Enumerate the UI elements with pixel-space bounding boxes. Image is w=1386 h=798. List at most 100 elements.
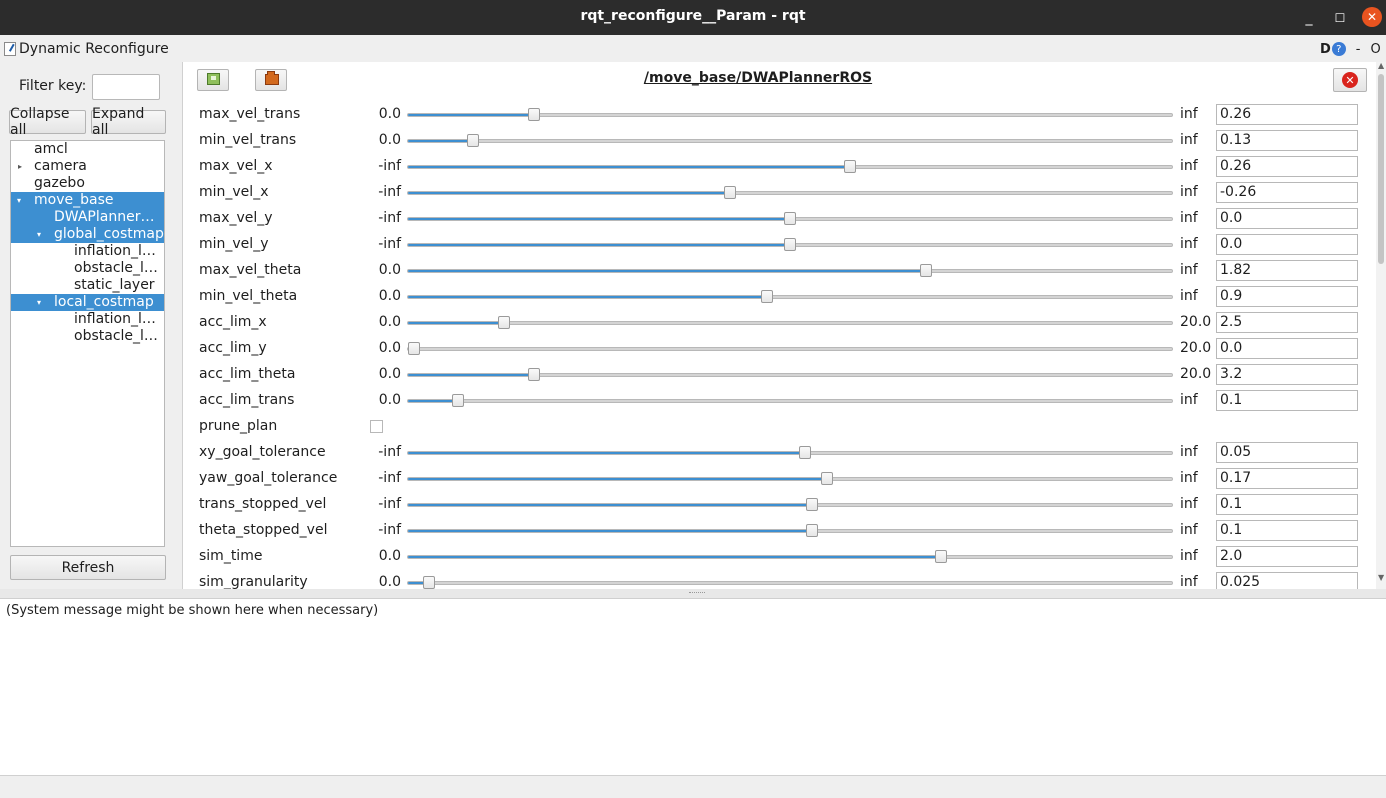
- param-value-input[interactable]: 0.05: [1216, 442, 1358, 463]
- slider-handle[interactable]: [497, 316, 510, 329]
- tree-arrow-icon[interactable]: ▾: [37, 226, 41, 243]
- param-max: inf: [1180, 288, 1198, 304]
- slider-handle[interactable]: [843, 160, 856, 173]
- slider-handle[interactable]: [934, 550, 947, 563]
- slider-handle[interactable]: [806, 498, 819, 511]
- param-slider[interactable]: [407, 342, 1173, 355]
- param-slider[interactable]: [407, 368, 1173, 381]
- param-value-input[interactable]: 0.0: [1216, 208, 1358, 229]
- splitter-handle[interactable]: [0, 589, 1386, 598]
- tree-item-label[interactable]: gazebo: [34, 175, 85, 192]
- minimize-plugin-button[interactable]: -: [1356, 42, 1361, 57]
- scroll-up-icon[interactable]: ▲: [1378, 61, 1384, 70]
- tree-item-label[interactable]: inflation_l…: [74, 243, 156, 260]
- param-value-input[interactable]: 0.1: [1216, 520, 1358, 541]
- maximize-button[interactable]: ☐: [1330, 0, 1350, 35]
- plugin-check-icon: [4, 42, 16, 56]
- param-value-input[interactable]: 0.26: [1216, 156, 1358, 177]
- tree-arrow-icon[interactable]: ▾: [17, 192, 21, 209]
- slider-handle[interactable]: [466, 134, 479, 147]
- param-slider[interactable]: [407, 186, 1173, 199]
- slider-handle[interactable]: [919, 264, 932, 277]
- tree-item-label[interactable]: local_costmap: [54, 294, 154, 311]
- splitter-grip[interactable]: [689, 592, 705, 596]
- slider-handle[interactable]: [723, 186, 736, 199]
- param-slider[interactable]: [407, 498, 1173, 511]
- help-icon[interactable]: ?: [1331, 42, 1346, 56]
- param-slider[interactable]: [407, 316, 1173, 329]
- scroll-down-icon[interactable]: ▼: [1378, 573, 1384, 582]
- param-value-input[interactable]: 0.26: [1216, 104, 1358, 125]
- param-slider[interactable]: [407, 550, 1173, 563]
- param-slider[interactable]: [407, 524, 1173, 537]
- vertical-scrollbar[interactable]: ▲ ▼: [1376, 61, 1386, 589]
- tree-item-label[interactable]: obstacle_l…: [74, 328, 158, 345]
- slider-handle[interactable]: [528, 108, 541, 121]
- param-row: min_vel_trans 0.0 inf 0.13: [183, 128, 1386, 154]
- param-value-input[interactable]: -0.26: [1216, 182, 1358, 203]
- tree-item-label[interactable]: static_layer: [74, 277, 155, 294]
- param-value-input[interactable]: 2.0: [1216, 546, 1358, 567]
- refresh-button[interactable]: Refresh: [10, 555, 166, 580]
- tree-item-label[interactable]: amcl: [34, 141, 68, 158]
- tree-item-label[interactable]: move_base: [34, 192, 113, 209]
- param-value-input[interactable]: 0.13: [1216, 130, 1358, 151]
- param-slider[interactable]: [407, 238, 1173, 251]
- param-name: acc_lim_trans: [199, 392, 295, 408]
- slider-handle[interactable]: [761, 290, 774, 303]
- slider-handle[interactable]: [528, 368, 541, 381]
- tree-item-label[interactable]: DWAPlanner…: [54, 209, 154, 226]
- minimize-button[interactable]: _: [1299, 0, 1319, 35]
- param-row: max_vel_theta 0.0 inf 1.82: [183, 258, 1386, 284]
- param-slider[interactable]: [407, 212, 1173, 225]
- node-tree[interactable]: amcl ▸ camera gazebo ▾ move_base DWAPlanne…: [10, 140, 165, 547]
- param-slider[interactable]: [407, 576, 1173, 589]
- dock-button[interactable]: D: [1320, 42, 1331, 57]
- close-plugin-button[interactable]: O: [1371, 42, 1381, 57]
- slider-handle[interactable]: [821, 472, 834, 485]
- tree-arrow-icon[interactable]: ▾: [37, 294, 41, 311]
- tree-item-label[interactable]: global_costmap: [54, 226, 164, 243]
- tree-item-label[interactable]: camera: [34, 158, 87, 175]
- param-slider[interactable]: [407, 134, 1173, 147]
- param-value-input[interactable]: 1.82: [1216, 260, 1358, 281]
- param-value-input[interactable]: 0.0: [1216, 234, 1358, 255]
- param-value-input[interactable]: 0.025: [1216, 572, 1358, 589]
- param-value-input[interactable]: 0.1: [1216, 494, 1358, 515]
- tree-item-label[interactable]: obstacle_l…: [74, 260, 158, 277]
- slider-handle[interactable]: [408, 342, 420, 355]
- param-value-input[interactable]: 3.2: [1216, 364, 1358, 385]
- slider-handle[interactable]: [798, 446, 811, 459]
- slider-handle[interactable]: [806, 524, 819, 537]
- param-row: prune_plan: [183, 414, 1386, 440]
- param-min: 0.0: [378, 288, 401, 304]
- slider-fill: [408, 244, 790, 246]
- filter-key-input[interactable]: [92, 74, 160, 100]
- tree-item-label[interactable]: inflation_l…: [74, 311, 156, 328]
- slider-handle[interactable]: [784, 212, 796, 225]
- param-max: inf: [1180, 106, 1198, 122]
- param-checkbox[interactable]: [370, 420, 383, 433]
- param-slider[interactable]: [407, 290, 1173, 303]
- close-window-button[interactable]: ✕: [1362, 7, 1382, 27]
- param-slider[interactable]: [407, 264, 1173, 277]
- param-value-input[interactable]: 0.9: [1216, 286, 1358, 307]
- param-value-input[interactable]: 0.17: [1216, 468, 1358, 489]
- param-slider[interactable]: [407, 472, 1173, 485]
- param-value-input[interactable]: 0.0: [1216, 338, 1358, 359]
- close-node-button[interactable]: ✕: [1333, 68, 1367, 92]
- slider-handle[interactable]: [784, 238, 796, 251]
- slider-handle[interactable]: [422, 576, 435, 589]
- expand-all-button[interactable]: Expand all: [91, 106, 166, 138]
- param-max: inf: [1180, 210, 1198, 226]
- param-slider[interactable]: [407, 446, 1173, 459]
- param-value-input[interactable]: 2.5: [1216, 312, 1358, 333]
- param-slider[interactable]: [407, 108, 1173, 121]
- param-value-input[interactable]: 0.1: [1216, 390, 1358, 411]
- tree-arrow-icon[interactable]: ▸: [18, 158, 22, 175]
- param-slider[interactable]: [407, 160, 1173, 173]
- scrollbar-thumb[interactable]: [1378, 74, 1384, 264]
- collapse-all-button[interactable]: Collapse all: [9, 106, 86, 138]
- slider-handle[interactable]: [452, 394, 465, 407]
- param-slider[interactable]: [407, 394, 1173, 407]
